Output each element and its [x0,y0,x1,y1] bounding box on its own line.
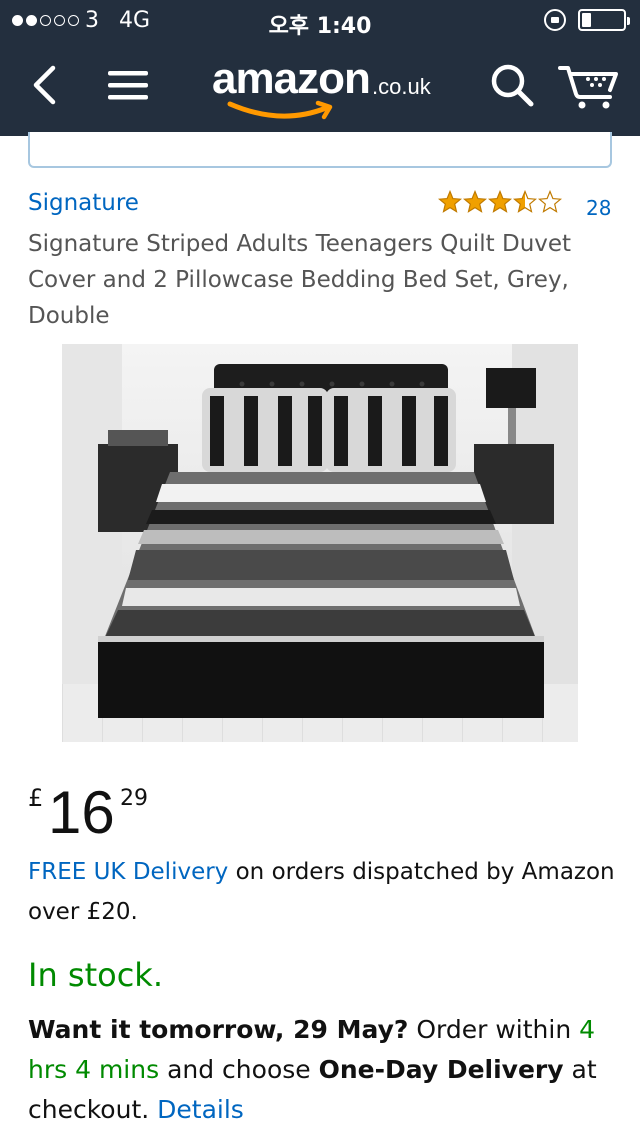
price-currency: £ [28,784,44,812]
rating-stars[interactable] [438,190,562,214]
delivery-info: FREE UK Delivery on orders dispatched by… [28,852,618,932]
free-delivery-link[interactable]: FREE UK Delivery [28,859,228,885]
star-full-icon [463,190,487,213]
menu-icon [108,71,148,100]
rotation-lock-icon [544,9,566,31]
rating-count[interactable]: 28 [586,196,611,220]
cart-button[interactable] [556,60,622,110]
logo-domain: .co.uk [372,74,431,99]
brand-link[interactable]: Signature [28,190,139,216]
search-button[interactable] [484,60,540,110]
product-title: Signature Striped Adults Teenagers Quilt… [28,231,572,329]
battery-icon [578,9,630,31]
price-fraction: 29 [120,786,148,811]
logo-smile-icon [227,100,333,120]
status-bar: 3 4G 오후 1:40 [0,0,640,40]
search-field[interactable] [28,132,612,168]
one-day-delivery-label: One-Day Delivery [318,1055,564,1084]
delivery-promise: Want it tomorrow, 29 May? Order within 4… [28,1010,628,1130]
amazon-logo[interactable]: amazon .co.uk [212,54,442,124]
star-full-icon [488,190,512,213]
back-icon [33,65,56,105]
menu-button[interactable] [100,60,156,110]
app-header: 3 4G 오후 1:40 amazon .co.uk [0,0,640,136]
promise-text-2: and choose [159,1055,319,1084]
star-half-icon [513,190,537,213]
details-link[interactable]: Details [157,1095,244,1124]
status-bar-right [544,9,630,31]
promise-text-1: Order within [408,1015,580,1044]
star-empty-icon [538,190,562,213]
want-it-heading: Want it tomorrow, 29 May? [28,1015,409,1044]
cart-icon [558,66,618,109]
back-button[interactable] [24,60,64,110]
stock-status: In stock. [28,956,163,994]
star-full-icon [438,190,462,213]
price-whole: 16 [48,779,115,846]
search-icon [491,64,534,107]
logo-wordmark: amazon [212,54,371,103]
nav-bar: amazon .co.uk [0,40,640,136]
product-image[interactable] [62,344,578,742]
